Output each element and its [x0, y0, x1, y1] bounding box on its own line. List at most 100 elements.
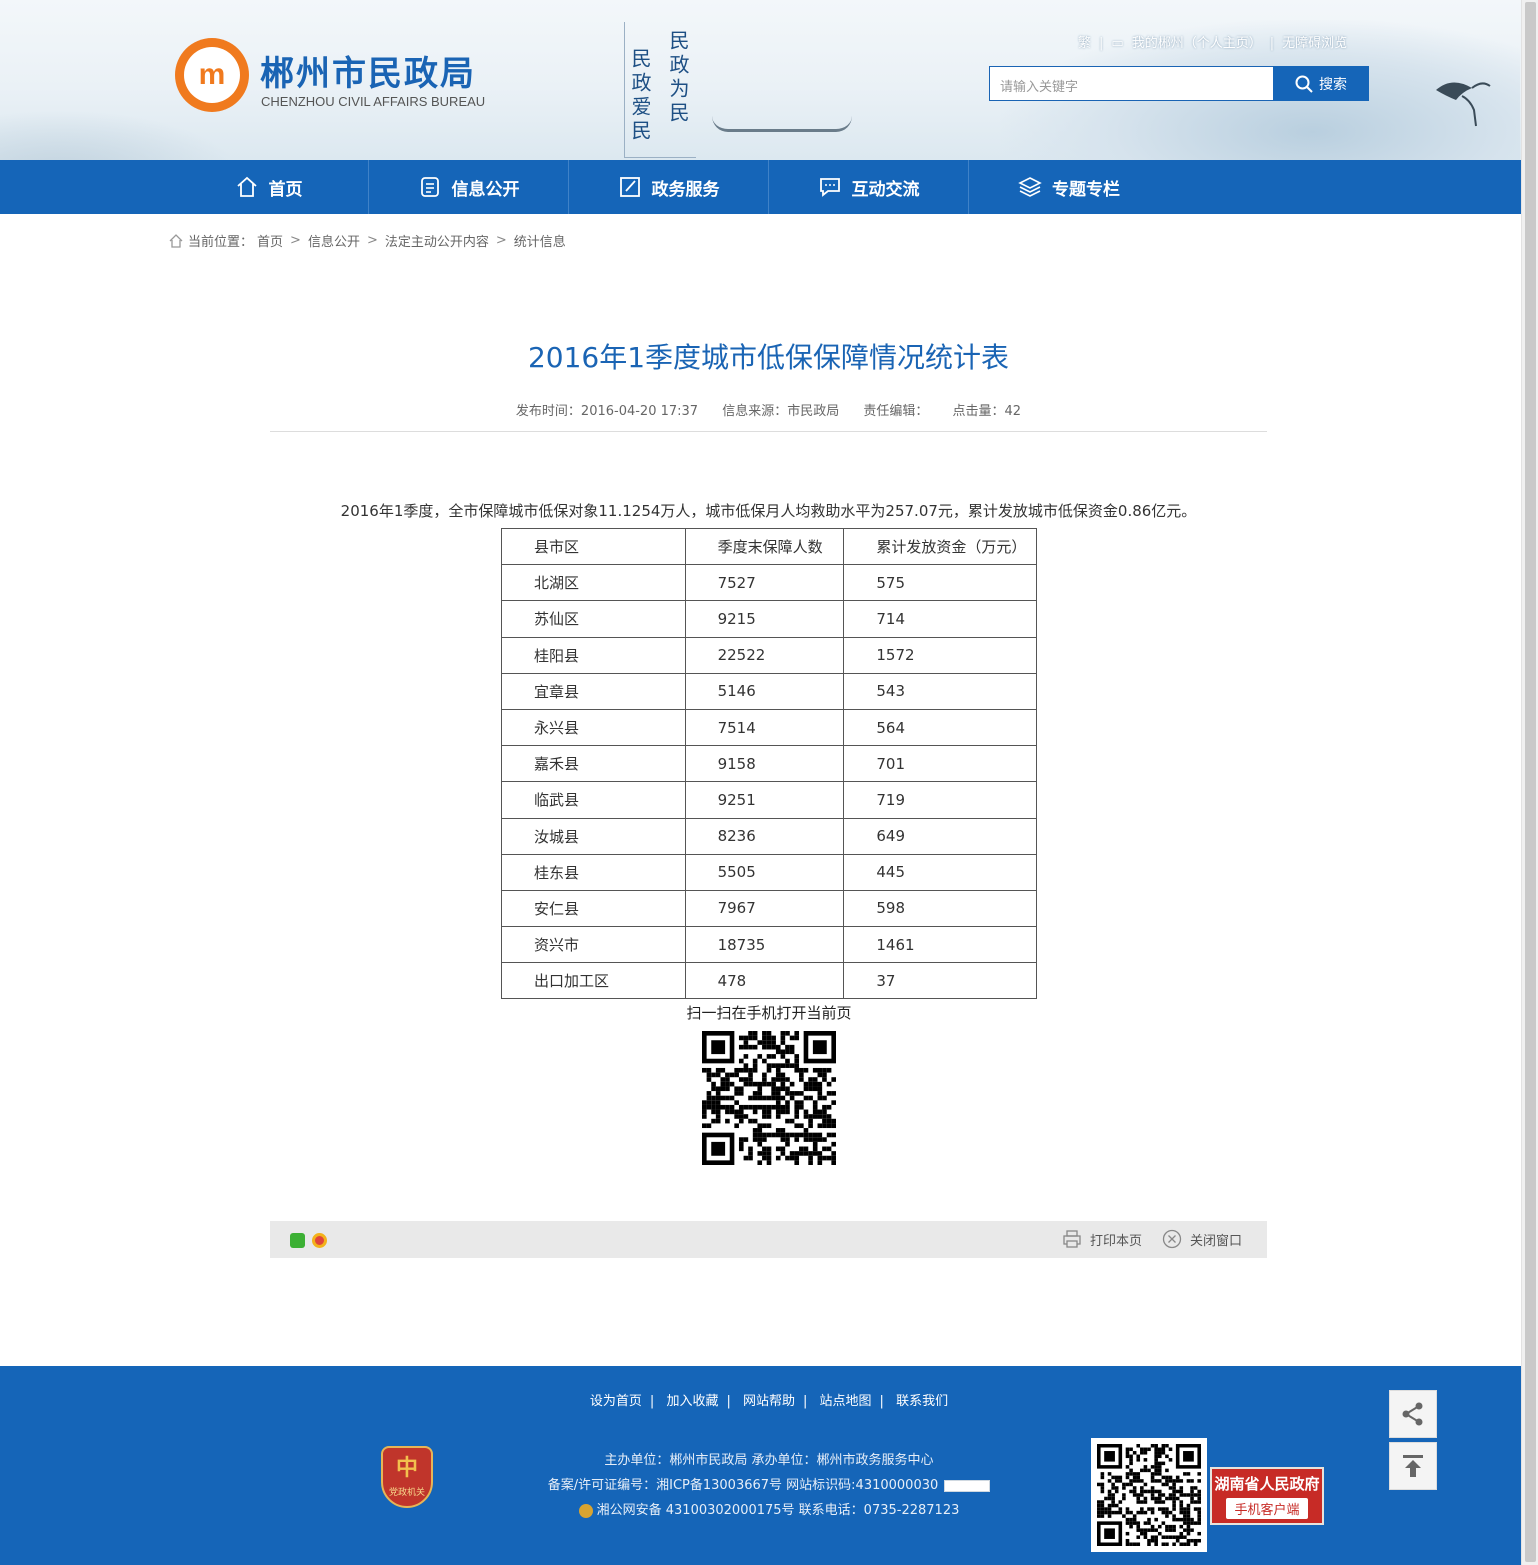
- article-meta: 发布时间：2016-04-20 17:37 信息来源：市民政局 责任编辑： 点击…: [270, 400, 1267, 419]
- table-cell: 桂东县: [501, 853, 686, 891]
- footer-link-set-home[interactable]: 设为首页: [590, 1394, 642, 1409]
- close-label: 关闭窗口: [1190, 1233, 1243, 1249]
- hunan-gov-subtitle: 手机客户端: [1226, 1498, 1308, 1519]
- table-cell: 桂阳县: [501, 636, 686, 674]
- nav-services[interactable]: 政务服务: [569, 160, 769, 214]
- close-icon: [1162, 1229, 1182, 1249]
- breadcrumb-separator: >: [495, 233, 507, 248]
- footer-link-favorite[interactable]: 加入收藏: [666, 1394, 718, 1409]
- site-footer: 设为首页 | 加入收藏 | 网站帮助 | 站点地图 | 联系我们 中 党政机关 主办单位…: [0, 1366, 1521, 1565]
- search-input[interactable]: 请输入关键字: [989, 66, 1275, 101]
- nav-special-topics[interactable]: 专题专栏: [969, 160, 1169, 214]
- table-row: 出口加工区 478 37: [501, 962, 1037, 1000]
- hunan-gov-app-banner[interactable]: 湖南省人民政府 手机客户端: [1210, 1467, 1324, 1525]
- divider: [270, 431, 1267, 432]
- arrow-up-icon: [1403, 1455, 1423, 1477]
- slogan-line-2: 民政爱民: [628, 48, 652, 144]
- monitor-icon: ▭: [1111, 36, 1124, 51]
- divider: |: [803, 1394, 808, 1409]
- slogan: 民政为民 民政爱民: [620, 22, 700, 160]
- nav-interaction[interactable]: 互动交流: [769, 160, 969, 214]
- site-subtitle: CHENZHOU CIVIL AFFAIRS BUREAU: [261, 94, 486, 109]
- article-title: 2016年1季度城市低保保障情况统计表: [527, 341, 1010, 374]
- close-window-button[interactable]: 关闭窗口: [1162, 1229, 1242, 1249]
- table-cell: 445: [843, 853, 1037, 891]
- search-button[interactable]: 搜索: [1273, 66, 1369, 101]
- cnzz-icon[interactable]: [944, 1479, 991, 1492]
- breadcrumb-info-disclosure[interactable]: 信息公开: [308, 231, 360, 250]
- table-header-row: 县市区 季度末保障人数 累计发放资金（万元）: [501, 527, 1037, 566]
- footer-links: 设为首页 | 加入收藏 | 网站帮助 | 站点地图 | 联系我们: [0, 1390, 1538, 1409]
- footer-qr-code: [1097, 1444, 1201, 1546]
- divider: |: [1269, 36, 1275, 51]
- table-cell: 701: [843, 745, 1037, 783]
- table-cell: 9251: [684, 781, 845, 819]
- chat-icon: [819, 178, 840, 197]
- site-header: m 郴州市民政局 CHENZHOU CIVIL AFFAIRS BUREAU 民…: [0, 0, 1521, 160]
- qr-caption: 扫一扫在手机打开当前页: [686, 1004, 852, 1022]
- print-button[interactable]: 打印本页: [1062, 1229, 1142, 1249]
- table-cell: 1461: [843, 926, 1037, 964]
- bureau-logo[interactable]: m: [175, 38, 249, 112]
- traditional-chinese-link[interactable]: 繁: [1078, 36, 1091, 51]
- logo-glyph: m: [198, 58, 226, 91]
- share-icon: [1402, 1402, 1423, 1426]
- boat-decoration: [712, 116, 852, 132]
- table-cell: 543: [843, 672, 1037, 710]
- search-button-label: 搜索: [1319, 76, 1347, 93]
- table-row: 嘉禾县 9158 701: [501, 745, 1037, 783]
- back-to-top-button[interactable]: [1389, 1442, 1437, 1490]
- divider: |: [879, 1394, 884, 1409]
- slogan-line-1: 民政为民: [666, 30, 690, 126]
- table-row: 桂东县 5505 445: [501, 853, 1037, 891]
- table-row: 资兴市 18735 1461: [501, 926, 1037, 964]
- publish-time: 发布时间：2016-04-20 17:37: [515, 404, 699, 419]
- scrollbar-thumb[interactable]: [1525, 2, 1536, 1562]
- table-row: 安仁县 7967 598: [501, 889, 1037, 928]
- nav-info-disclosure[interactable]: 信息公开: [369, 160, 569, 214]
- table-cell: 安仁县: [501, 889, 686, 928]
- footer-link-sitemap[interactable]: 站点地图: [820, 1394, 872, 1409]
- table-cell: 汝城县: [501, 817, 686, 855]
- accessibility-link[interactable]: 无障碍浏览: [1282, 36, 1347, 51]
- breadcrumb-home[interactable]: 首页: [257, 231, 283, 250]
- table-cell: 478: [684, 962, 845, 1000]
- icp-text: 备案/许可证编号：湘ICP备13003667号 网站标识码:4310000030: [547, 1478, 939, 1493]
- divider: |: [1099, 36, 1104, 51]
- table-row: 桂阳县 22522 1572: [501, 636, 1037, 674]
- crane-decoration: [1436, 82, 1491, 127]
- breadcrumb-statistics[interactable]: 统计信息: [514, 231, 566, 250]
- breadcrumb: 当前位置： 首页 > 信息公开 > 法定主动公开内容 > 统计信息: [168, 231, 566, 250]
- table-row: 北湖区 7527 575: [501, 564, 1037, 602]
- footer-link-help[interactable]: 网站帮助: [743, 1394, 795, 1409]
- site-title[interactable]: 郴州市民政局: [260, 46, 476, 95]
- table-cell: 598: [843, 889, 1037, 928]
- page-qr-code: [702, 1031, 836, 1165]
- nav-home[interactable]: 首页: [169, 160, 369, 214]
- hit-count: 点击量：42: [952, 404, 1022, 419]
- statistics-table: 县市区 季度末保障人数 累计发放资金（万元） 北湖区 7527 575 苏仙区 9215 714…: [501, 527, 1037, 1000]
- nav-services-label: 政务服务: [651, 179, 720, 200]
- footer-link-contact[interactable]: 联系我们: [896, 1394, 948, 1409]
- float-share-button[interactable]: [1389, 1390, 1437, 1438]
- home-icon: [236, 176, 257, 197]
- nav-home-label: 首页: [268, 179, 303, 200]
- editor: 责任编辑：: [863, 404, 929, 419]
- breadcrumb-statutory[interactable]: 法定主动公开内容: [385, 231, 489, 250]
- home-icon: [169, 233, 183, 248]
- table-cell: 22522: [684, 636, 845, 674]
- table-cell: 7967: [684, 889, 845, 928]
- search-icon: [1295, 75, 1313, 93]
- scrollbar[interactable]: [1521, 0, 1538, 1565]
- my-chenzhou-link[interactable]: 我的郴州（个人主页）: [1132, 36, 1262, 51]
- footer-host-info: 主办单位：郴州市民政局 承办单位：郴州市政务服务中心: [604, 1453, 934, 1468]
- printer-icon: [1063, 1230, 1081, 1248]
- weibo-share-icon[interactable]: [312, 1233, 327, 1248]
- table-cell: 5146: [684, 672, 845, 710]
- top-links: 繁 | ▭ 我的郴州（个人主页） | 无障碍浏览: [1074, 32, 1351, 51]
- wechat-share-icon[interactable]: [290, 1233, 305, 1248]
- table-cell: 7527: [684, 564, 845, 602]
- table-row: 宜章县 5146 543: [501, 672, 1037, 710]
- divider: |: [649, 1394, 655, 1409]
- footer-qr-wrapper: [1091, 1438, 1207, 1552]
